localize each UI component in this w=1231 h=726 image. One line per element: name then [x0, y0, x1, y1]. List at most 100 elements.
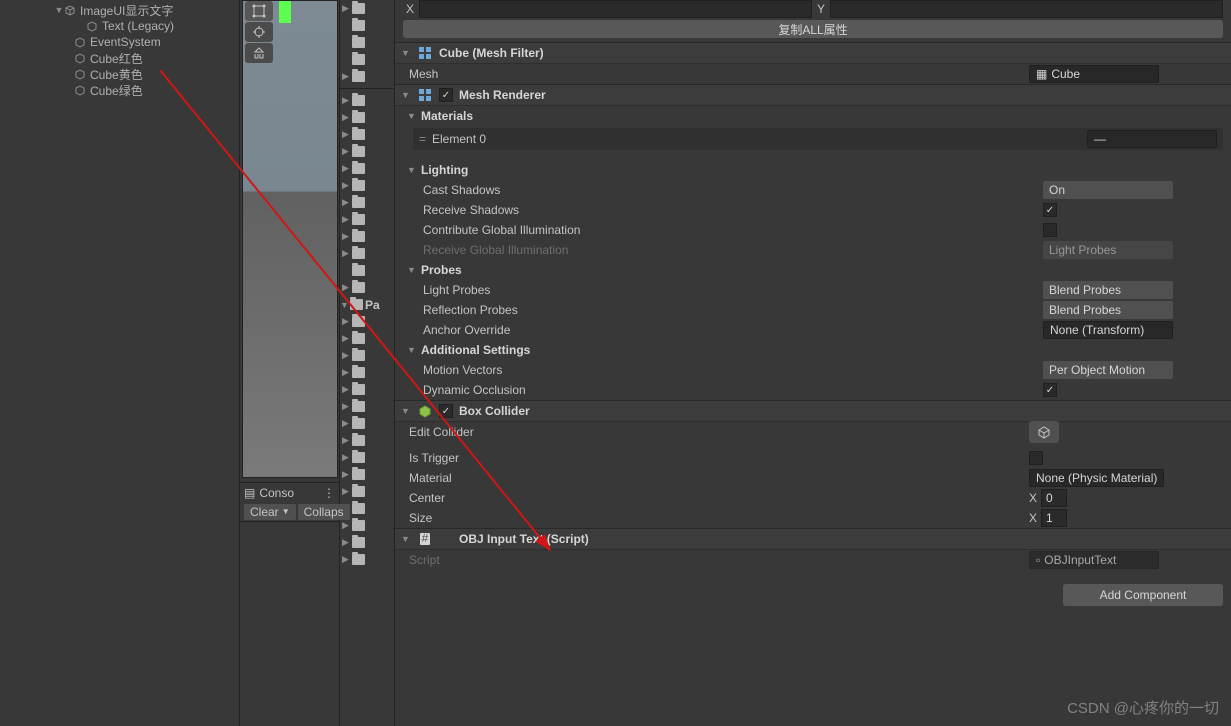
physic-material-field[interactable]: None (Physic Material) [1029, 469, 1164, 487]
folder-row[interactable]: ▶ [340, 364, 394, 381]
script-field[interactable]: ▫OBJInputText [1029, 551, 1159, 569]
folder-row[interactable]: ▶ [340, 68, 394, 85]
custom-tool-button[interactable] [245, 43, 273, 63]
component-header[interactable]: ▼ ✓ Mesh Renderer [395, 84, 1231, 106]
edit-collider-button[interactable] [1029, 421, 1059, 443]
folder-row[interactable]: ▶ [340, 517, 394, 534]
mesh-property: Mesh ▦Cube [395, 64, 1231, 84]
y-field[interactable] [830, 0, 1223, 18]
folder-row[interactable]: ▶ [340, 245, 394, 262]
hierarchy-item[interactable]: Cube红色 [0, 50, 239, 66]
foldout-arrow-icon[interactable]: ▼ [401, 406, 411, 416]
folder-row[interactable]: ▶ [340, 109, 394, 126]
size-x-field[interactable]: 1 [1041, 509, 1067, 527]
drag-handle-icon[interactable]: = [419, 132, 426, 146]
motion-vectors-dropdown[interactable]: Per Object Motion [1043, 361, 1173, 379]
folder-icon [352, 316, 365, 327]
folder-row[interactable]: ▶ [340, 381, 394, 398]
console-menu-icon[interactable]: ⋮ [323, 486, 335, 500]
folder-row[interactable]: ▶ [340, 483, 394, 500]
transform-tool-button[interactable] [245, 22, 273, 42]
folder-row[interactable]: ▶ [340, 449, 394, 466]
folder-row[interactable]: ▶ [340, 160, 394, 177]
property-label: Contribute Global Illumination [423, 223, 1043, 237]
lighting-section[interactable]: ▼Lighting [395, 160, 1231, 180]
dynamic-occlusion-checkbox[interactable]: ✓ [1043, 383, 1057, 397]
folder-row[interactable]: ▶ [340, 534, 394, 551]
x-field[interactable] [419, 0, 812, 18]
hierarchy-item[interactable]: Text (Legacy) [0, 18, 239, 34]
collapse-button[interactable]: Collaps [298, 504, 350, 520]
hierarchy-item[interactable]: Cube绿色 [0, 82, 239, 98]
anchor-override-field[interactable]: None (Transform) [1043, 321, 1173, 339]
foldout-arrow-icon[interactable]: ▼ [401, 48, 411, 58]
folder-row[interactable] [340, 34, 394, 51]
packages-header[interactable]: ▼Pa [340, 296, 394, 313]
hierarchy-item[interactable]: Cube黄色 [0, 66, 239, 82]
folder-row[interactable]: ▶ [340, 415, 394, 432]
property-label: Center [409, 491, 1029, 505]
copy-all-button[interactable]: 复制ALL属性 [403, 20, 1223, 38]
folder-icon [352, 503, 365, 514]
folder-icon [352, 350, 365, 361]
folder-row[interactable]: ▶ [340, 398, 394, 415]
console-tab[interactable]: Conso [259, 486, 294, 500]
add-component-button[interactable]: Add Component [1063, 584, 1223, 606]
cast-shadows-dropdown[interactable]: On [1043, 181, 1173, 199]
reflection-probes-dropdown[interactable]: Blend Probes [1043, 301, 1173, 319]
folder-row[interactable]: ▶ [340, 194, 394, 211]
folder-row[interactable]: ▶ [340, 177, 394, 194]
console-tab-bar: ▤ Conso ⋮ [240, 482, 339, 502]
x-label: X [403, 2, 417, 16]
folder-row[interactable] [340, 262, 394, 279]
folder-icon [352, 333, 365, 344]
materials-section[interactable]: ▼Materials [395, 106, 1231, 126]
folder-row[interactable]: ▶ [340, 126, 394, 143]
hierarchy-item[interactable]: ▼ImageUI显示文字 [0, 2, 239, 18]
folder-icon [352, 37, 365, 48]
folder-row[interactable] [340, 51, 394, 68]
foldout-arrow-icon[interactable]: ▼ [401, 90, 411, 100]
probes-section[interactable]: ▼Probes [395, 260, 1231, 280]
center-x-field[interactable]: 0 [1041, 489, 1067, 507]
contribute-gi-checkbox[interactable] [1043, 223, 1057, 237]
gameobject-icon [74, 36, 86, 48]
hierarchy-item-label: Cube黄色 [90, 66, 143, 83]
component-title: Box Collider [459, 404, 530, 418]
folder-row[interactable]: ▶ [340, 228, 394, 245]
script-file-icon: ▫ [1036, 553, 1040, 567]
material-field[interactable]: — [1087, 130, 1217, 148]
foldout-arrow-icon[interactable]: ▼ [401, 534, 411, 544]
receive-shadows-checkbox[interactable]: ✓ [1043, 203, 1057, 217]
folder-icon [352, 146, 365, 157]
folder-row[interactable]: ▶ [340, 330, 394, 347]
folder-row[interactable]: ▶ [340, 313, 394, 330]
light-probes-dropdown[interactable]: Blend Probes [1043, 281, 1173, 299]
mesh-field[interactable]: ▦Cube [1029, 65, 1159, 83]
folder-row[interactable] [340, 17, 394, 34]
property-label: Script [409, 553, 1029, 567]
component-header[interactable]: ▼ ✓ Box Collider [395, 400, 1231, 422]
material-element[interactable]: = Element 0 — [413, 128, 1223, 150]
hierarchy-item-label: Cube绿色 [90, 82, 143, 99]
folder-row[interactable]: ▶ [340, 0, 394, 17]
enable-checkbox[interactable]: ✓ [439, 88, 453, 102]
folder-row[interactable]: ▶ [340, 347, 394, 364]
folder-row[interactable]: ▶ [340, 143, 394, 160]
scene-viewport[interactable] [242, 0, 338, 478]
folder-row[interactable]: ▶ [340, 432, 394, 449]
rect-tool-button[interactable] [245, 1, 273, 21]
clear-button[interactable]: Clear▼ [244, 504, 296, 520]
expand-arrow-icon[interactable]: ▼ [54, 5, 64, 15]
component-header[interactable]: ▼ # OBJ Input Text (Script) [395, 528, 1231, 550]
folder-row[interactable]: ▶ [340, 279, 394, 296]
additional-section[interactable]: ▼Additional Settings [395, 340, 1231, 360]
component-header[interactable]: ▼ Cube (Mesh Filter) [395, 42, 1231, 64]
folder-row[interactable]: ▶ [340, 466, 394, 483]
folder-row[interactable]: ▶ [340, 551, 394, 568]
is-trigger-checkbox[interactable] [1029, 451, 1043, 465]
folder-row[interactable]: ▶ [340, 92, 394, 109]
folder-row[interactable]: ▶ [340, 211, 394, 228]
hierarchy-item[interactable]: EventSystem [0, 34, 239, 50]
enable-checkbox[interactable]: ✓ [439, 404, 453, 418]
